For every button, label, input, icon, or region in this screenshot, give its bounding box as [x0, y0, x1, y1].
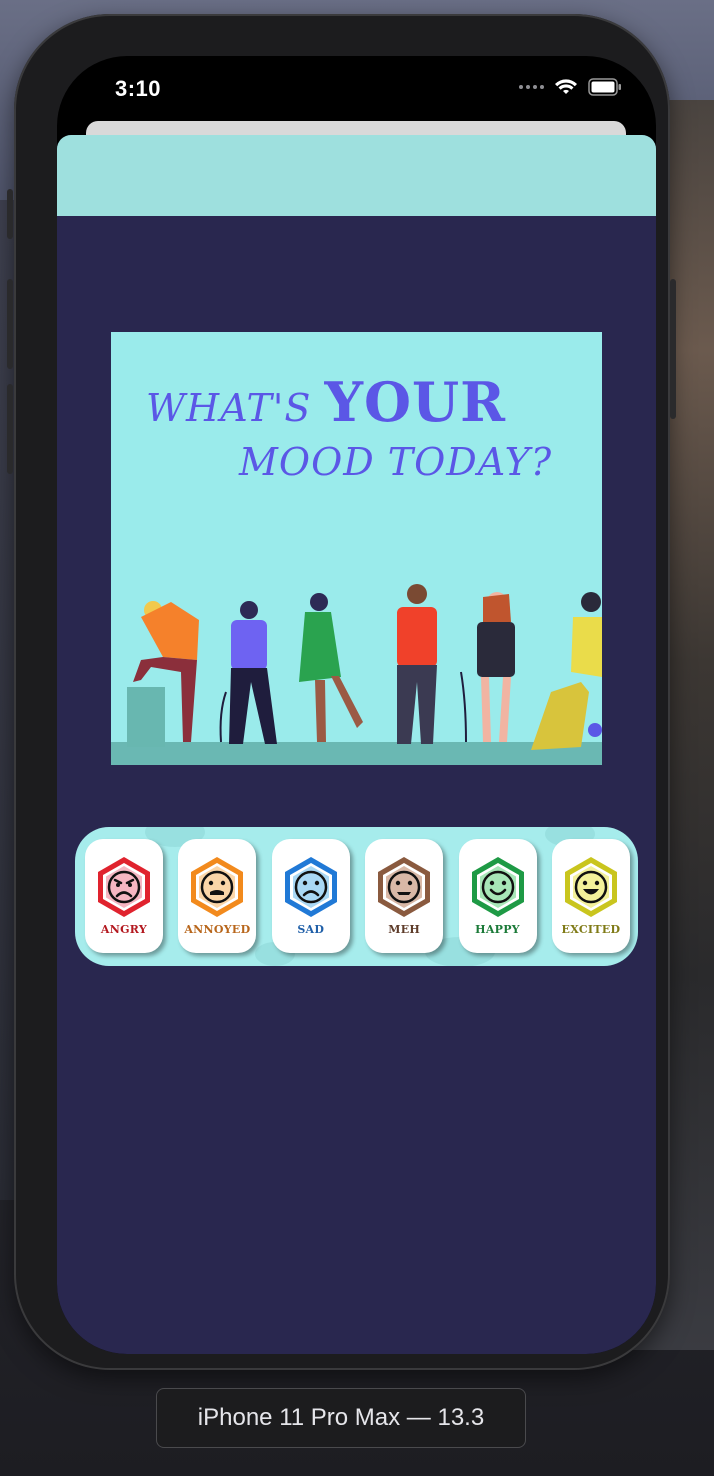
hero-illustration: WHAT'S YOUR MOOD TODAY?	[111, 332, 602, 765]
meh-face-icon	[378, 857, 431, 917]
signal-icon	[519, 85, 544, 89]
mood-button-happy[interactable]: HAPPY	[458, 839, 537, 953]
mood-button-meh[interactable]: MEH	[365, 839, 444, 953]
mood-button-angry[interactable]: ANGRY	[85, 839, 163, 953]
angry-face-icon	[98, 857, 150, 917]
mood-label: HAPPY	[475, 923, 520, 936]
excited-face-icon	[564, 857, 617, 917]
power-button	[670, 279, 676, 419]
screen: 3:10 WHAT'S YOUR MOOD TODAY? ANGRY ANNOY…	[57, 56, 656, 1354]
mood-label: ANNOYED	[184, 923, 251, 936]
hero-title-line1: WHAT'S YOUR	[146, 370, 507, 434]
mute-switch	[7, 189, 13, 239]
annoyed-face-icon	[191, 857, 244, 917]
wifi-icon	[555, 79, 577, 94]
mood-label: MEH	[388, 923, 421, 936]
mood-button-sad[interactable]: SAD	[271, 839, 350, 953]
battery-icon	[588, 78, 621, 96]
people-illustration	[111, 584, 602, 765]
mood-button-row: ANGRY ANNOYED SAD MEH HAPPY EXCITED	[85, 839, 630, 956]
mood-label: ANGRY	[100, 923, 148, 936]
phone-frame: 3:10 WHAT'S YOUR MOOD TODAY? ANGRY ANNOY…	[7, 14, 676, 1370]
volume-down-button	[7, 384, 13, 474]
mood-button-annoyed[interactable]: ANNOYED	[178, 839, 257, 953]
mood-label: SAD	[297, 923, 325, 936]
modal-sheet: WHAT'S YOUR MOOD TODAY? ANGRY ANNOYED SA…	[57, 135, 656, 1354]
hero-title-line2: MOOD TODAY?	[239, 440, 553, 484]
status-icons	[519, 78, 622, 96]
mood-selector-panel: ANGRY ANNOYED SAD MEH HAPPY EXCITED	[75, 827, 638, 966]
happy-face-icon	[471, 857, 524, 917]
volume-up-button	[7, 279, 13, 369]
status-time: 3:10	[115, 76, 162, 101]
device-label: iPhone 11 Pro Max — 13.3	[156, 1388, 526, 1448]
notch	[207, 56, 508, 100]
nav-bar	[57, 135, 656, 216]
mood-button-excited[interactable]: EXCITED	[551, 839, 630, 953]
sad-face-icon	[284, 857, 337, 917]
mood-label: EXCITED	[561, 923, 621, 936]
